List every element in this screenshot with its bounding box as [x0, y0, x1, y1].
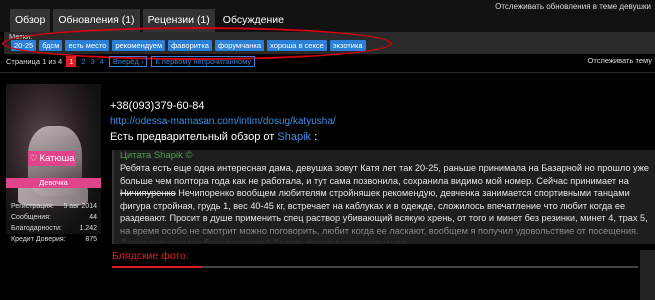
- tab-overview[interactable]: Обзор: [10, 9, 51, 32]
- tag-favorite[interactable]: фаворитка: [168, 40, 212, 51]
- first-unread-button[interactable]: К первому непрочитанному: [151, 55, 256, 67]
- stat-label: Регистрация:: [11, 203, 54, 210]
- tab-updates[interactable]: Обновления (1): [53, 9, 140, 32]
- stat-value: 44: [89, 214, 97, 221]
- pagination: Страница 1 из 4 1 2 3 4 Вперёд › К перво…: [6, 55, 259, 67]
- stat-value: 1.242: [79, 225, 97, 232]
- user-stats: Регистрация: 5 авг 2014 Сообщения: 44 Благ…: [11, 201, 97, 245]
- tag-exotic[interactable]: экзотика: [329, 40, 366, 51]
- tag-forum-member[interactable]: форумчанка: [214, 40, 265, 51]
- track-girl-updates-link[interactable]: Отслеживать обновления в теме девушки: [495, 2, 651, 11]
- tag-recommended[interactable]: рекомендуем: [112, 40, 166, 51]
- preview-author-link[interactable]: Shapik: [277, 131, 311, 143]
- tab-reviews[interactable]: Рецензии (1): [142, 9, 215, 32]
- username: Катюша: [39, 153, 75, 164]
- stat-label: Сообщения:: [11, 214, 51, 221]
- tag-bdsm[interactable]: бдсм: [39, 40, 63, 51]
- stat-row: Кредит Доверия: 875: [11, 234, 97, 245]
- page-info: Страница 1 из 4: [6, 56, 63, 66]
- stat-row: Благодарности: 1.242: [11, 223, 97, 234]
- tag-has-place[interactable]: есть место: [65, 40, 110, 51]
- tags-box: Метки: 20-25 бдсм есть место рекомендуем…: [4, 32, 655, 54]
- quote-text-part1: Ребята есть еще одна интересная дама, де…: [120, 163, 649, 186]
- stat-row: Регистрация: 5 авг 2014: [11, 201, 97, 212]
- stat-value: 875: [85, 236, 97, 243]
- phone-number: +38(093)379-60-84: [110, 100, 205, 112]
- divider: [0, 72, 655, 73]
- stat-label: Кредит Доверия:: [11, 236, 66, 243]
- next-page-button[interactable]: Вперёд ›: [108, 55, 148, 67]
- heart-icon: ♡: [29, 153, 38, 163]
- quote-header[interactable]: Цитата Shapik ©: [120, 150, 193, 161]
- username-badge[interactable]: ♡ Катюша: [28, 151, 76, 166]
- tabs: Обзор Обновления (1) Рецензии (1) Обсужд…: [10, 9, 292, 32]
- stat-label: Благодарности:: [11, 225, 62, 232]
- profile-link[interactable]: http://odessa-mamasan.com/intim/dosug/ka…: [110, 116, 336, 127]
- quote-strikethrough: Ничипуренко: [120, 188, 176, 198]
- user-role: Девочка: [6, 178, 101, 188]
- stat-value: 5 авг 2014: [63, 203, 97, 210]
- scroll-strip[interactable]: [640, 250, 655, 300]
- page-link-4[interactable]: 4: [100, 57, 104, 66]
- preview-prefix: Есть предварительный обзор от: [110, 131, 278, 143]
- page-link-3[interactable]: 3: [91, 57, 95, 66]
- quote-block: Цитата Shapik © Ребята есть еще одна инт…: [112, 150, 655, 244]
- preview-heading: Есть предварительный обзор от Shapik :: [110, 131, 317, 143]
- tag-20-25[interactable]: 20-25: [11, 40, 37, 51]
- stat-row: Сообщения: 44: [11, 212, 97, 223]
- top-bar: Отслеживать обновления в теме девушки Об…: [0, 0, 655, 32]
- current-page: 1: [66, 55, 77, 67]
- preview-suffix: :: [311, 131, 318, 143]
- tag-good-in-sex[interactable]: хороша в сексе: [267, 40, 327, 51]
- track-thread-link[interactable]: Отслеживать тему: [588, 56, 652, 65]
- quote-fade: [114, 220, 655, 244]
- page-link-2[interactable]: 2: [81, 57, 85, 66]
- photos-accent-line: [112, 266, 202, 268]
- tags-list: 20-25 бдсм есть место рекомендуем фавори…: [11, 40, 369, 51]
- tab-discussion[interactable]: Обсуждение: [218, 9, 289, 32]
- photos-heading: Блядские фото:: [112, 250, 189, 262]
